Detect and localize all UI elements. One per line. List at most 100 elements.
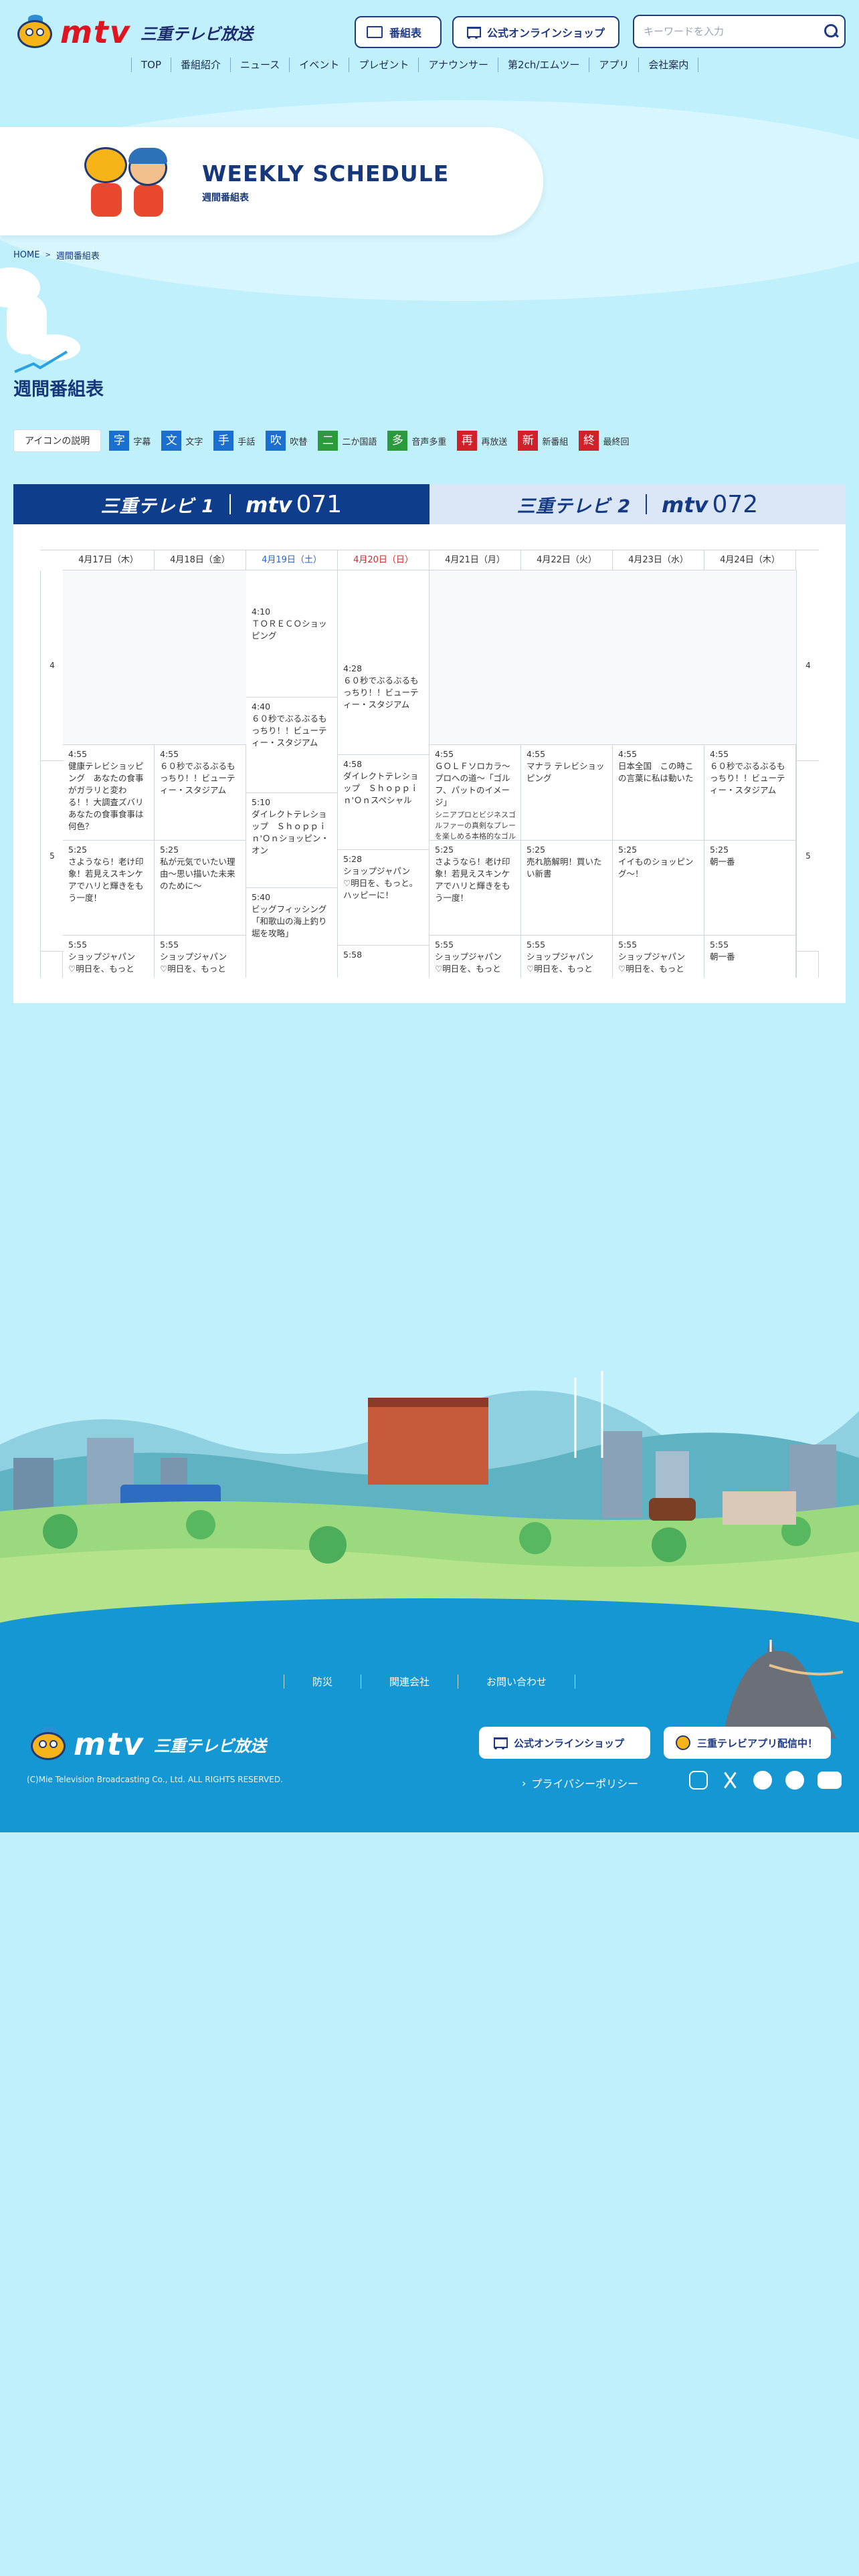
- program-time: 5:55: [435, 940, 454, 950]
- nav-item-announcers[interactable]: アナウンサー: [418, 58, 498, 72]
- day-header[interactable]: 4月19日（土）: [246, 550, 337, 570]
- program-cell[interactable]: 5:25 さようなら！老け印象！若見えスキンケアでハリと輝きをもう一度！: [430, 841, 521, 936]
- footer-shop-button[interactable]: 公式オンラインショップ: [479, 1727, 650, 1759]
- logo-text: mtv: [60, 14, 131, 50]
- footer-logo-text: mtv: [74, 1726, 145, 1762]
- multiplex-badge-icon: 多: [387, 431, 408, 451]
- nav-item-2ch[interactable]: 第2ch/エムツー: [498, 58, 589, 72]
- tab-channel-2[interactable]: 三重テレビ 2 mtv 072: [430, 484, 846, 524]
- footer-link-contact[interactable]: お問い合わせ: [458, 1675, 576, 1689]
- program-cell[interactable]: 5:25 売れ筋解明！買いたい新書: [521, 841, 613, 936]
- program-cell[interactable]: 5:55 ショップジャパン ♡明日を、もっと: [63, 936, 155, 978]
- day-header[interactable]: 4月22日（火）: [521, 550, 612, 570]
- legend-label: 音声多重: [411, 437, 447, 447]
- day-header[interactable]: 4月23日（水）: [613, 550, 704, 570]
- program-cell[interactable]: 5:55 ショップジャパン ♡明日を、もっと: [430, 936, 521, 978]
- program-cell[interactable]: 4:58 ダイレクトテレショップ Ｓｈｏｐｐｉｎ'Ｏｎスペシャル: [338, 755, 430, 850]
- program-title: ショップジャパン ♡明日を、もっと: [618, 952, 694, 974]
- program-cell[interactable]: 5:40 ビッグフィッシング 「和歌山の海上釣り堀を攻略」: [246, 888, 338, 978]
- program-cell[interactable]: 4:55 ＧＯＬＦソロカラ〜プロへの道〜「ゴルフ、パットのイメージ」 シニアプロとビ…: [430, 745, 521, 841]
- channel-brand: mtv: [245, 492, 292, 518]
- dubbed-badge-icon: 吹: [266, 431, 286, 451]
- program-time: 5:55: [68, 940, 88, 950]
- program-cell[interactable]: 4:55 ６０秒でぶるぶるもっちり！！ビューティー・スタジアム: [704, 745, 796, 841]
- program-time: 4:55: [710, 749, 729, 760]
- program-cell[interactable]: 5:55 朝一番: [704, 936, 796, 978]
- instagram-icon[interactable]: [689, 1771, 708, 1790]
- schedule-button[interactable]: 番組表: [355, 16, 442, 48]
- program-cell[interactable]: 4:55 マナラ テレビショッピング: [521, 745, 613, 841]
- program-cell[interactable]: 4:55 ６０秒でぶるぶるもっちり！！ビューティー・スタジアム: [155, 745, 246, 841]
- tab-channel-1[interactable]: 三重テレビ 1 mtv 071: [13, 484, 430, 524]
- program-time: 5:58: [343, 949, 363, 960]
- program-cell[interactable]: 5:25 朝一番: [704, 841, 796, 936]
- program-time: 4:55: [435, 749, 454, 760]
- program-cell[interactable]: 4:28 ６０秒でぶるぶるもっちり！！ビューティー・スタジアム: [338, 659, 430, 755]
- footer-link-affiliates[interactable]: 関連会社: [360, 1675, 458, 1689]
- privacy-link[interactable]: › プライバシーポリシー: [522, 1775, 638, 1791]
- program-cell[interactable]: 5:25 イイものショッピング〜！: [613, 841, 704, 936]
- program-cell[interactable]: 5:10 ダイレクトテレショップ Ｓｈｏｐｐｉｎ'Ｏｎショッピン・オン: [246, 793, 338, 888]
- nav-item-presents[interactable]: プレゼント: [349, 58, 418, 72]
- program-cell[interactable]: 4:55 日本全国 この時この言葉に私は動いた: [613, 745, 704, 841]
- footer-link-disaster[interactable]: 防災: [283, 1675, 361, 1689]
- program-title: ショップジャパン ♡明日を、もっと: [527, 952, 602, 974]
- program-cell[interactable]: 4:40 ６０秒でぶるぶるもっちり！！ビューティー・スタジアム: [246, 697, 338, 793]
- tiktok-icon[interactable]: [785, 1771, 804, 1790]
- day-header[interactable]: 4月24日（木）: [704, 550, 795, 570]
- online-shop-button[interactable]: 公式オンラインショップ: [452, 16, 619, 48]
- hour-column-right: 45: [796, 570, 819, 978]
- site-logo[interactable]: mtv 三重テレビ放送: [13, 15, 253, 49]
- program-cell[interactable]: 5:25 さようなら！老け印象！若見えスキンケアでハリと輝きをもう一度！: [63, 841, 155, 936]
- footer-shop-label: 公式オンラインショップ: [514, 1737, 625, 1749]
- youtube-icon[interactable]: [818, 1772, 842, 1789]
- legend-label: 再放送: [481, 437, 508, 447]
- x-icon[interactable]: [721, 1771, 740, 1790]
- legend-item: 終最終回: [579, 431, 629, 451]
- program-title: ビッグフィッシング 「和歌山の海上釣り堀を攻略」: [252, 904, 335, 938]
- search-icon[interactable]: [818, 18, 844, 45]
- day-header[interactable]: 4月20日（日）: [338, 550, 429, 570]
- footer-app-label: 三重テレビアプリ配信中！: [697, 1737, 818, 1749]
- footer-logo[interactable]: mtv 三重テレビ放送: [27, 1727, 266, 1761]
- icon-legend-button[interactable]: アイコンの説明: [13, 429, 102, 452]
- facebook-icon[interactable]: [753, 1771, 772, 1790]
- program-title: ＧＯＬＦソロカラ〜プロへの道〜「ゴルフ、パットのイメージ」: [435, 761, 510, 808]
- nav-item-events[interactable]: イベント: [289, 58, 349, 72]
- program-cell[interactable]: 5:55 ショップジャパン ♡明日を、もっと: [613, 936, 704, 978]
- legend-item: 手手話: [213, 431, 255, 451]
- program-cell[interactable]: 5:58: [338, 946, 430, 978]
- breadcrumb: HOME > 週間番組表: [13, 249, 100, 261]
- channel-number: mtv 071: [246, 491, 342, 518]
- nav-item-news[interactable]: ニュース: [230, 58, 289, 72]
- search-input[interactable]: [634, 16, 818, 47]
- day-header[interactable]: 4月17日（木）: [63, 550, 154, 570]
- day-header[interactable]: 4月21日（月）: [430, 550, 520, 570]
- program-cell[interactable]: 5:28 ショップジャパン ♡明日を、もっと。ハッピーに！: [338, 850, 430, 946]
- day-header[interactable]: 4月18日（金）: [155, 550, 246, 570]
- nav-item-company[interactable]: 会社案内: [638, 58, 699, 72]
- hour-label: 4: [41, 570, 64, 761]
- legend-item: 文文字: [161, 431, 203, 451]
- sns-links: [689, 1771, 842, 1790]
- program-time: 4:55: [527, 749, 546, 760]
- legend-item: 字字幕: [109, 431, 151, 451]
- program-cell[interactable]: 5:25 私が元気でいたい理由〜思い描いた未来のために〜: [155, 841, 246, 936]
- chevron-right-icon: >: [45, 251, 51, 259]
- breadcrumb-home[interactable]: HOME: [13, 250, 39, 260]
- day-column: 4月21日（月） 4:55 ＧＯＬＦソロカラ〜プロへの道〜「ゴルフ、パットのイメージ…: [430, 550, 521, 978]
- global-nav: TOP 番組紹介 ニュース イベント プレゼント アナウンサー 第2ch/エムツ…: [131, 56, 699, 74]
- footer-app-button[interactable]: 三重テレビアプリ配信中！: [664, 1727, 831, 1759]
- channel-number-value: 072: [712, 490, 759, 518]
- nav-item-programs[interactable]: 番組紹介: [171, 58, 230, 72]
- program-cell[interactable]: 4:10 ＴＯＲＥＣＯショッピング: [246, 603, 338, 697]
- program-cell[interactable]: 5:55 ショップジャパン ♡明日を、もっと: [521, 936, 613, 978]
- program-cell[interactable]: 5:55 ショップジャパン ♡明日を、もっと: [155, 936, 246, 978]
- program-time: 4:28: [343, 663, 363, 673]
- program-title: ６０秒でぶるぶるもっちり！！ビューティー・スタジアム: [710, 761, 785, 796]
- nav-item-app[interactable]: アプリ: [589, 58, 638, 72]
- nav-item-top[interactable]: TOP: [131, 58, 171, 72]
- cart-icon: [464, 25, 481, 39]
- program-cell[interactable]: 4:55 健康テレビショッピング あなたの食事がガラリと変わる！！大調査ズバリあな…: [63, 745, 155, 841]
- program-title: 日本全国 この時この言葉に私は動いた: [618, 761, 694, 784]
